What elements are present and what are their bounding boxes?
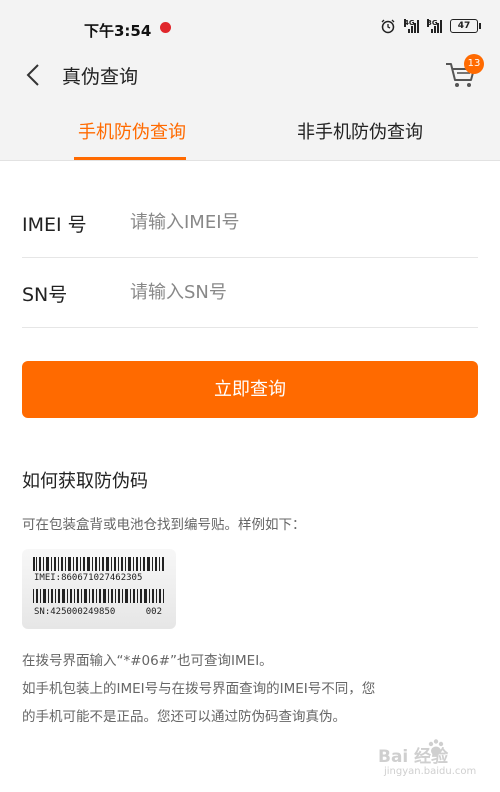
cart-count-badge: 13 [464,54,484,74]
help-title: 如何获取防伪码 [22,471,148,492]
help-subtitle: 可在包装盒背或电池仓找到编号贴。样例如下： [22,517,306,533]
imei-label: IMEI 号 [22,214,87,236]
status-time: 下午3:54 [84,22,152,40]
baidu-jingyan-watermark: Bai 经验 jingyan.baidu.com [378,738,488,784]
cart-button[interactable]: 13 [444,54,484,92]
page-title: 真伪查询 [62,66,139,88]
tab-phone-verify[interactable]: 手机防伪查询 [78,118,186,144]
baidu-paw-icon [428,739,444,756]
app-header: 真伪查询 13 [0,48,500,102]
help-note-2: 如手机包装上的IMEI号与在拨号界面查询的IMEI号不同，您 [22,681,376,697]
signal-icon-sim1: 4G [404,19,419,33]
sn-input[interactable] [130,276,470,308]
signal-icon-sim2: 3G [427,19,442,33]
sample-sn-text: SN:425000249850 [34,607,116,617]
sn-label: SN号 [22,284,68,306]
chevron-left-icon [26,64,39,86]
watermark-url: jingyan.baidu.com [384,766,477,777]
alarm-icon [381,19,395,34]
query-tabs: 手机防伪查询 非手机防伪查询 [0,102,500,161]
back-button[interactable] [18,60,48,90]
active-tab-indicator [74,157,186,160]
status-bar: 下午3:54 4G 3G 47 [0,0,500,48]
barcode-bottom [33,589,164,603]
barcode-top [33,557,164,571]
query-now-button[interactable]: 立即查询 [22,361,478,418]
sample-imei-text: IMEI:860671027462305 [34,573,143,583]
imei-field-row: IMEI 号 [22,188,478,258]
battery-icon: 47 [450,19,481,33]
sample-code-text: 002 [145,607,162,617]
notification-app-icon [160,22,171,33]
sn-field-row: SN号 [22,258,478,328]
sample-label-image: IMEI:860671027462305 SN:425000249850 002 [22,549,176,629]
tab-non-phone-verify[interactable]: 非手机防伪查询 [297,118,423,144]
status-icons: 4G 3G 47 [380,18,481,34]
imei-input[interactable] [130,206,470,238]
help-note-3: 的手机可能不是正品。您还可以通过防伪码查询真伪。 [22,709,346,725]
help-note-1: 在拨号界面输入“*#06#”也可查询IMEI。 [22,653,273,669]
